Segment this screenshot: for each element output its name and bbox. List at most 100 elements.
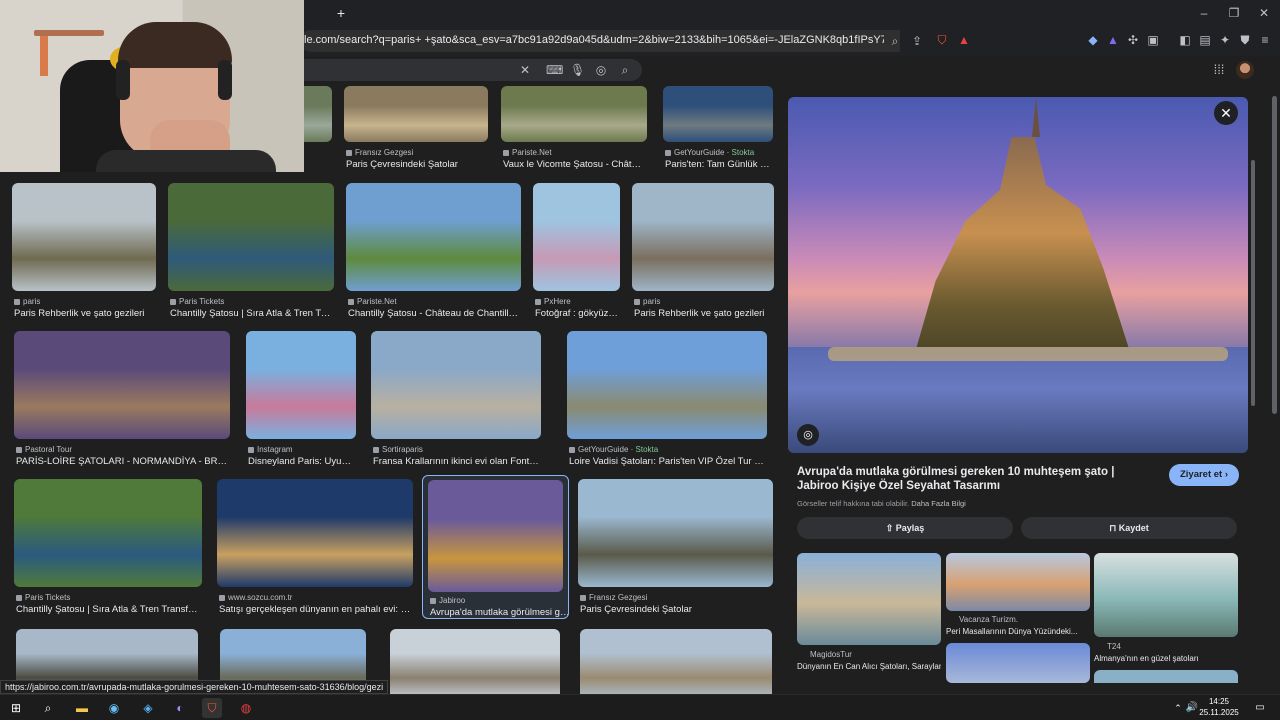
result-title[interactable]: Paris Rehberlik ve şato gezileri — [634, 308, 772, 319]
windows-start-icon[interactable]: ⊞ — [6, 698, 26, 718]
result-thumbnail[interactable] — [533, 183, 620, 291]
image-result[interactable]: www.sozcu.com.tr Satışı gerçekleşen dünya… — [217, 479, 413, 619]
sidebar-icon[interactable]: ◧ — [1178, 33, 1192, 47]
result-thumbnail[interactable] — [344, 86, 488, 142]
image-result[interactable]: Fransız Gezgesi Paris Çevresindeki Şatola… — [344, 86, 488, 174]
image-result[interactable]: GetYourGuide · Stokta Paris'ten: Tam Günl… — [663, 86, 773, 174]
related-title[interactable]: Peri Masallarının Dünya Yüzündeki... — [946, 627, 1090, 636]
result-thumbnail[interactable] — [567, 331, 767, 439]
image-result[interactable]: Pariste.Net Vaux le Vicomte Şatosu - Chât… — [501, 86, 647, 174]
image-result[interactable]: Jabiroo Avrupa'da mutlaka görülmesi ge... — [422, 475, 573, 619]
puzzle-icon[interactable]: ✣ — [1126, 33, 1140, 47]
result-title[interactable]: Fransa Krallarının ikinci evi olan Fonta… — [373, 456, 539, 467]
result-thumbnail[interactable] — [12, 183, 156, 291]
save-button[interactable]: ⊓ Kaydet — [1021, 517, 1237, 539]
related-image[interactable] — [1094, 553, 1238, 637]
image-result[interactable]: Instagram Disneyland Paris: Uyuyan... — [246, 331, 356, 471]
mic-icon[interactable]: 🎙 — [570, 63, 585, 77]
result-thumbnail[interactable] — [14, 479, 202, 587]
result-thumbnail[interactable] — [663, 86, 773, 142]
avatar[interactable] — [1236, 61, 1254, 79]
panel-scrollbar[interactable] — [1251, 160, 1255, 406]
result-title[interactable]: Paris Çevresindeki Şatolar — [346, 159, 486, 170]
result-title[interactable]: Paris'ten: Tam Günlük Loi... — [665, 159, 771, 170]
ai-icon[interactable]: ✦ — [1218, 33, 1232, 47]
related-title[interactable]: Dünyanın En Can Alıcı Şatoları, Saraylar… — [797, 662, 941, 671]
preview-image[interactable] — [788, 97, 1248, 453]
url-text[interactable]: le.com/search?q=paris+ +şato&sca_esv=a7b… — [304, 34, 884, 46]
image-result[interactable]: Pariste.Net Chantilly Şatosu - Château de… — [346, 183, 521, 323]
related-image[interactable] — [946, 643, 1090, 683]
result-title[interactable]: PARİS-LOİRE ŞATOLARI - NORMANDİYA - BRET… — [16, 456, 228, 467]
lens-icon[interactable]: ◎ — [594, 63, 608, 77]
search-taskbar-icon[interactable]: ⌕ — [38, 698, 58, 718]
result-thumbnail[interactable] — [632, 183, 774, 291]
clock[interactable]: 14:25 25.11.2025 — [1196, 696, 1242, 718]
image-result[interactable]: GetYourGuide · Stokta Loire Vadisi Şatola… — [567, 331, 767, 471]
minimize-icon[interactable]: – — [1198, 6, 1210, 20]
result-title[interactable]: Vaux le Vicomte Şatosu - Château ... — [503, 159, 645, 170]
result-thumbnail[interactable] — [346, 183, 521, 291]
steam-icon[interactable]: ◉ — [104, 698, 124, 718]
menu-icon[interactable]: ≡ — [1258, 33, 1272, 47]
brave-icon[interactable]: ⛉ — [202, 698, 222, 718]
more-info-link[interactable]: Daha Fazla Bilgi — [911, 499, 966, 508]
media-icon[interactable]: ▣ — [1146, 33, 1160, 47]
share-button[interactable]: ⇧ Paylaş — [797, 517, 1013, 539]
keyboard-icon[interactable]: ⌨ — [546, 63, 563, 77]
extension-icon[interactable]: ◆ — [1086, 33, 1100, 47]
result-thumbnail[interactable] — [217, 479, 413, 587]
preview-title[interactable]: Avrupa'da mutlaka görülmesi gereken 10 m… — [797, 465, 1157, 493]
result-title[interactable]: Chantilly Şatosu - Château de Chantilly … — [348, 308, 519, 319]
result-title[interactable]: Chantilly Şatosu | Sıra Atla & Tren Tran… — [170, 308, 332, 319]
result-thumbnail[interactable] — [578, 479, 773, 587]
result-thumbnail[interactable] — [246, 331, 356, 439]
vpn-icon[interactable]: ⛊ — [1238, 33, 1252, 47]
result-thumbnail[interactable] — [14, 331, 230, 439]
apps-grid-icon[interactable]: ⁞⁞⁞ — [1212, 63, 1226, 77]
notifications-icon[interactable]: ▭ — [1250, 698, 1270, 718]
related-image[interactable] — [946, 553, 1090, 611]
lens-search-icon[interactable]: ◎ — [797, 424, 819, 446]
page-scrollbar[interactable] — [1270, 86, 1280, 694]
result-title[interactable]: Loire Vadisi Şatoları: Paris'ten VIP Öze… — [569, 456, 765, 467]
related-image[interactable] — [797, 553, 941, 645]
image-result[interactable] — [390, 629, 560, 694]
clear-search-icon[interactable]: ✕ — [518, 63, 532, 77]
result-title[interactable]: Paris Rehberlik ve şato gezileri — [14, 308, 154, 319]
result-thumbnail[interactable] — [428, 480, 563, 592]
close-preview-button[interactable]: ✕ — [1214, 101, 1238, 125]
image-result[interactable]: Pastoral Tour PARİS-LOİRE ŞATOLARI - NORM… — [14, 331, 230, 471]
file-explorer-icon[interactable]: ▬ — [72, 698, 92, 718]
visit-button[interactable]: Ziyaret et › — [1169, 464, 1239, 486]
image-result[interactable]: paris Paris Rehberlik ve şato gezileri — [632, 183, 774, 323]
restore-icon[interactable]: ❐ — [1228, 6, 1240, 20]
result-thumbnail[interactable] — [580, 629, 772, 694]
image-result[interactable]: PxHere Fotoğraf : gökyüzü... — [533, 183, 620, 323]
result-title[interactable]: Paris Çevresindeki Şatolar — [580, 604, 771, 615]
image-result[interactable]: Fransız Gezgesi Paris Çevresindeki Şatola… — [578, 479, 773, 619]
image-result[interactable]: paris Paris Rehberlik ve şato gezileri — [12, 183, 156, 323]
search-input[interactable] — [300, 59, 642, 81]
result-thumbnail[interactable] — [168, 183, 334, 291]
share-page-icon[interactable]: ⇪ — [910, 34, 924, 48]
result-thumbnail[interactable] — [501, 86, 647, 142]
app-icon[interactable]: ◈ — [138, 698, 158, 718]
related-title[interactable]: Almanya'nın en güzel şatoları — [1094, 654, 1238, 663]
zoom-icon[interactable]: ⌕ — [888, 34, 902, 48]
brave-rewards-icon[interactable]: ▲ — [956, 33, 972, 47]
related-image[interactable] — [1094, 670, 1238, 683]
result-title[interactable]: Chantilly Şatosu | Sıra Atla & Tren Tran… — [16, 604, 200, 615]
wallet-icon[interactable]: ▤ — [1198, 33, 1212, 47]
brave-shield-icon[interactable]: ⛉ — [934, 33, 950, 47]
close-window-icon[interactable]: ✕ — [1258, 6, 1270, 20]
extension-icon[interactable]: ▲ — [1106, 33, 1120, 47]
result-title[interactable]: Fotoğraf : gökyüzü... — [535, 308, 618, 319]
result-title[interactable]: Disneyland Paris: Uyuyan... — [248, 456, 354, 467]
app-icon[interactable]: ◍ — [236, 698, 256, 718]
image-result[interactable]: Paris Tickets Chantilly Şatosu | Sıra Atl… — [168, 183, 334, 323]
app-icon[interactable]: ◐ — [170, 698, 190, 718]
result-title[interactable]: Avrupa'da mutlaka görülmesi ge... — [430, 607, 573, 618]
new-tab-button[interactable]: + — [334, 6, 348, 20]
image-result[interactable]: Sortiraparis Fransa Krallarının ikinci ev… — [371, 331, 541, 471]
